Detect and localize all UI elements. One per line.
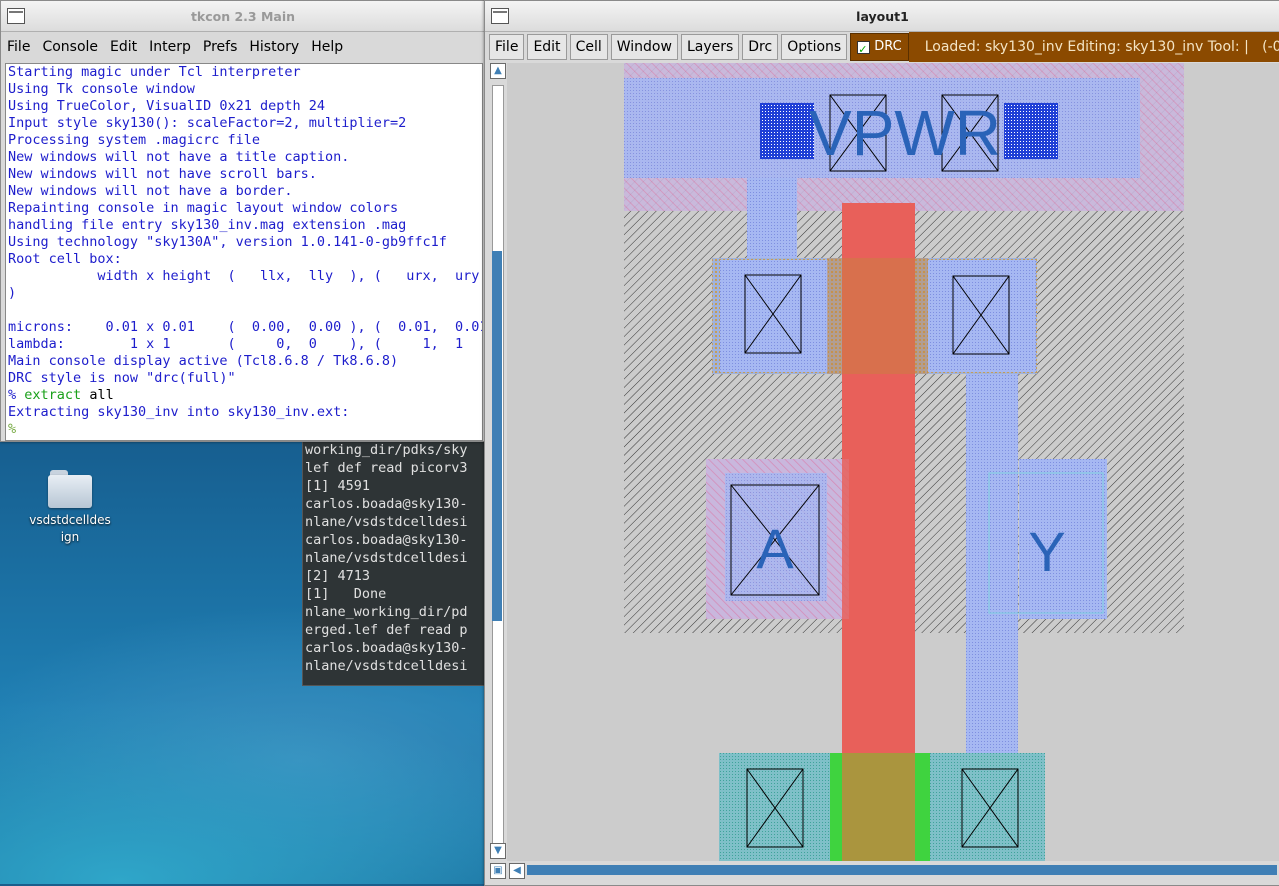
terminal-line: nlane/vsdstdcelldesi [305, 550, 468, 566]
layout-menubar: FileEditCellWindowLayersDrcOptions DRC Loa… [485, 32, 1279, 63]
console-line: Main console display active (Tcl8.6.8 / … [8, 353, 399, 369]
label-y: Y [1028, 520, 1065, 583]
layout-menu-button[interactable]: Edit [527, 34, 567, 60]
layout-window[interactable]: layout1 File Edit Cell Window Layers Drc Optio… [484, 0, 1279, 886]
zoom-box-icon[interactable]: ▣ [490, 863, 506, 879]
tkcon-titlebar[interactable]: tkcon 2.3 Main [1, 1, 485, 32]
status-text: Loaded: sky130_inv Editing: sky130_inv T… [924, 39, 1249, 55]
tkcon-menu-item[interactable]: Edit [104, 39, 143, 55]
checkbox-icon [857, 37, 871, 63]
label-a: A [756, 517, 794, 580]
tkcon-console[interactable]: Starting magic under Tcl interpreter Usin… [5, 63, 483, 441]
terminal-line: working_dir/pdks/sky [305, 442, 468, 458]
folder-icon [48, 470, 92, 508]
console-command: extract [24, 387, 82, 403]
console-line: Processing system .magicrc file [8, 132, 260, 148]
status-bar: Loaded: sky130_inv Editing: sky130_inv T… [908, 32, 1279, 62]
layout-menu-button[interactable]: Drc [742, 34, 779, 60]
tkcon-menu-item[interactable]: History [243, 39, 305, 55]
pmos-channel [827, 258, 928, 374]
console-line: Using technology "sky130A", version 1.0.… [8, 234, 447, 250]
terminal-line: [1] 4591 [305, 478, 371, 494]
drc-label: DRC [874, 39, 902, 54]
console-line: Using TrueColor, VisualID 0x21 depth 24 [8, 98, 325, 114]
layout-title: layout1 [856, 9, 909, 24]
vertical-scrollbar[interactable]: ▲ ▼ [487, 63, 507, 863]
scroll-down-icon[interactable]: ▼ [490, 843, 506, 859]
console-line: New windows will not have a title captio… [8, 149, 350, 165]
console-line: New windows will not have scroll bars. [8, 166, 317, 182]
tkcon-menu-item[interactable]: Interp [143, 39, 197, 55]
terminal-line: carlos.boada@sky130- [305, 640, 468, 656]
console-line: Input style sky130(): scaleFactor=2, mul… [8, 115, 407, 131]
layout-canvas[interactable]: VPWR Y A [507, 63, 1279, 861]
terminal-line: nlane/vsdstdcelldesi [305, 658, 468, 674]
hscroll-thumb[interactable] [527, 865, 1277, 875]
layout-menu-button[interactable]: File [489, 34, 525, 60]
console-line: microns: 0.01 x 0.01 ( 0.00, 0.00 ), ( 0… [8, 319, 483, 335]
label-vpwr: VPWR [809, 97, 1001, 169]
terminal-line: erged.lef def read p [305, 622, 468, 638]
console-line: Starting magic under Tcl interpreter [8, 64, 301, 80]
terminal-window[interactable]: working_dir/pdks/skylef def read picorv3… [302, 440, 487, 686]
tkcon-menu-item[interactable]: Help [305, 39, 349, 55]
layout-menu-button[interactable]: Window [610, 34, 678, 60]
li-strap [747, 178, 797, 258]
folder-label: vsdstdcelldes ign [29, 513, 111, 544]
horizontal-scrollbar[interactable]: ▣ ◀ [487, 861, 1278, 881]
output-strap [966, 374, 1018, 754]
console-line: handling file entry sky130_inv.mag exten… [8, 217, 407, 233]
console-line: Repainting console in magic layout windo… [8, 200, 399, 216]
tkcon-menu-item[interactable]: Console [36, 39, 104, 55]
layout-menu-button[interactable]: Options [781, 34, 848, 60]
console-line: Root cell box: [8, 251, 122, 267]
scroll-left-icon[interactable]: ◀ [509, 863, 525, 879]
via-left [760, 103, 814, 159]
poly-over-a [842, 459, 915, 619]
console-prompt: % [8, 387, 17, 403]
layout-menu-button[interactable]: Layers [680, 34, 740, 60]
tkcon-title: tkcon 2.3 Main [190, 9, 296, 24]
terminal-line: carlos.boada@sky130- [305, 496, 468, 512]
coordinates-readout: (-0.82 +0 [1262, 39, 1279, 55]
scroll-up-icon[interactable]: ▲ [490, 63, 506, 79]
console-line: Extracting sky130_inv into sky130_inv.ex… [8, 404, 350, 420]
terminal-line: nlane_working_dir/pd [305, 604, 468, 620]
terminal-line: carlos.boada@sky130- [305, 532, 468, 548]
console-command-arg: all [89, 387, 114, 403]
console-line: New windows will not have a border. [8, 183, 293, 199]
tkcon-window[interactable]: tkcon 2.3 Main File Console Edit Interp Pref… [0, 0, 486, 442]
terminal-line: lef def read picorv3 [305, 460, 468, 476]
layout-menu-button[interactable]: Cell [569, 34, 608, 60]
console-line: width x height ( llx, lly ), ( urx, ury [8, 268, 480, 284]
layout-titlebar[interactable]: layout1 [485, 1, 1279, 32]
console-input-prompt[interactable]: % [6, 421, 482, 438]
tkcon-menu-item[interactable]: File [1, 39, 36, 55]
terminal-line: nlane/vsdstdcelldesi [305, 514, 468, 530]
console-line: DRC style is now "drc(full)" [8, 370, 236, 386]
nmos-channel [842, 753, 915, 861]
layout-drawing: VPWR Y A [624, 63, 1184, 861]
console-line: Using Tk console window [8, 81, 195, 97]
scroll-thumb[interactable] [492, 251, 502, 621]
console-line: ) [8, 285, 17, 301]
terminal-line: [1] Done [305, 586, 387, 602]
tkcon-menu-item[interactable]: Prefs [197, 39, 243, 55]
console-command-line: % extract all [6, 387, 482, 404]
console-line: lambda: 1 x 1 ( 0, 0 ), ( 1, 1 [8, 336, 464, 352]
via-right [1004, 103, 1058, 159]
tkcon-menubar: File Console Edit Interp Prefs History Help [1, 32, 485, 62]
desktop-folder-icon[interactable]: vsdstdcelldes ign [22, 470, 118, 546]
drc-toggle[interactable]: DRC [850, 33, 909, 63]
terminal-line: [2] 4713 [305, 568, 371, 584]
